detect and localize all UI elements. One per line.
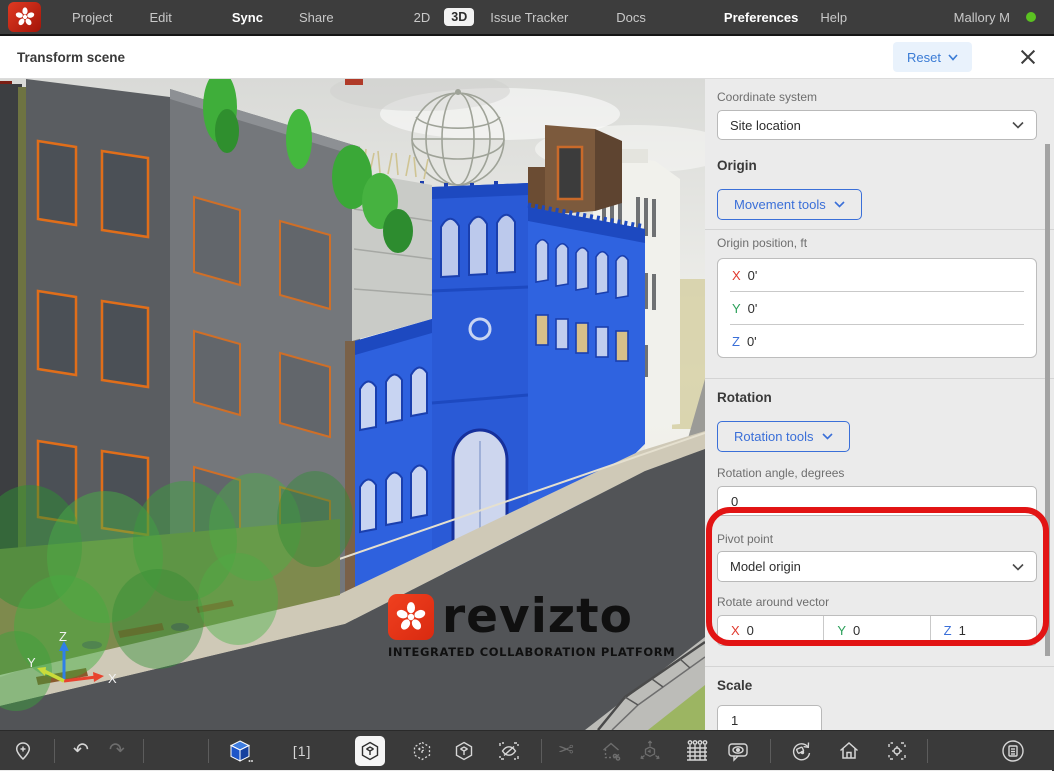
revizto-asterisk-icon xyxy=(14,6,36,28)
revizto-logo-icon xyxy=(388,594,434,640)
vector-z-value: 1 xyxy=(959,623,966,638)
menu-edit[interactable]: Edit xyxy=(149,10,171,25)
x-axis-label: X xyxy=(731,623,740,638)
reset-view-icon[interactable] xyxy=(789,739,813,763)
pivot-point-select[interactable]: Model origin xyxy=(717,551,1037,582)
chevron-down-icon xyxy=(834,201,845,208)
coordinate-system-label: Coordinate system xyxy=(717,90,1037,104)
vector-x-field[interactable]: X 0 xyxy=(718,616,824,645)
rotation-angle-label: Rotation angle, degrees xyxy=(717,466,1037,480)
hide-object-icon[interactable] xyxy=(497,739,521,763)
location-pin-add-icon[interactable] xyxy=(12,740,34,762)
menu-help[interactable]: Help xyxy=(820,10,847,25)
rotation-tools-label: Rotation tools xyxy=(734,429,814,444)
vector-x-value: 0 xyxy=(747,623,754,638)
rotation-heading: Rotation xyxy=(717,390,1037,405)
coordinate-system-select[interactable]: Site location xyxy=(717,110,1037,140)
watermark-subtitle: INTEGRATED COLLABORATION PLATFORM xyxy=(388,645,668,659)
transform-panel: Coordinate system Site location Origin M… xyxy=(705,79,1054,730)
origin-y-value: 0' xyxy=(748,301,758,316)
revizto-app-logo-icon[interactable] xyxy=(8,2,41,32)
chevron-down-icon xyxy=(1012,121,1024,129)
rotation-vector-box: X 0 Y 0 Z 1 xyxy=(717,615,1037,646)
rotate-around-vector-label: Rotate around vector xyxy=(717,595,1037,609)
chevron-down-icon xyxy=(1012,563,1024,571)
axis-z-label: Z xyxy=(59,631,67,644)
chevron-down-icon xyxy=(822,433,833,440)
origin-heading: Origin xyxy=(717,158,1037,173)
rotation-angle-input[interactable] xyxy=(717,486,1037,516)
viewpoint-count[interactable]: [1] xyxy=(293,743,312,759)
reset-label: Reset xyxy=(907,50,941,65)
revizto-app-window: Project Edit Sync Share 2D 3D Issue Trac… xyxy=(0,0,1054,771)
y-axis-label: Y xyxy=(837,623,846,638)
z-axis-label: Z xyxy=(732,334,740,349)
close-icon[interactable] xyxy=(1018,47,1038,67)
origin-y-field[interactable]: Y 0' xyxy=(718,292,1036,324)
origin-z-value: 0' xyxy=(747,334,757,349)
isolate-object-icon[interactable] xyxy=(355,736,385,766)
menu-issue-tracker[interactable]: Issue Tracker xyxy=(490,10,568,25)
origin-position-label: Origin position, ft xyxy=(717,236,1037,250)
menu-share[interactable]: Share xyxy=(299,10,334,25)
pivot-point-label: Pivot point xyxy=(717,532,1037,546)
online-status-dot-icon xyxy=(1026,12,1036,22)
z-axis-label: Z xyxy=(944,623,952,638)
menu-3d-active[interactable]: 3D xyxy=(444,8,474,26)
watermark-title: revizto xyxy=(442,595,633,639)
menu-preferences[interactable]: Preferences xyxy=(724,10,798,25)
axis-y-label: Y xyxy=(27,655,36,670)
movement-tools-button[interactable]: Movement tools xyxy=(717,189,862,220)
menu-2d[interactable]: 2D xyxy=(414,10,431,25)
selection-cube-icon[interactable] xyxy=(227,738,253,764)
panel-scrollbar[interactable] xyxy=(1045,144,1050,656)
x-axis-label: X xyxy=(732,268,741,283)
report-icon[interactable] xyxy=(1000,738,1026,764)
menu-sync[interactable]: Sync xyxy=(232,10,263,25)
origin-position-box: X 0' Y 0' Z 0' xyxy=(717,258,1037,358)
menu-docs[interactable]: Docs xyxy=(616,10,646,25)
axis-gizmo: Z X Y xyxy=(26,631,122,707)
reset-button[interactable]: Reset xyxy=(893,42,972,72)
origin-z-field[interactable]: Z 0' xyxy=(718,325,1036,357)
vector-y-field[interactable]: Y 0 xyxy=(824,616,930,645)
axis-x-label: X xyxy=(108,671,117,686)
viewpoint-comment-icon[interactable] xyxy=(726,739,750,763)
scale-input[interactable] xyxy=(717,705,822,730)
menu-project[interactable]: Project xyxy=(72,10,112,25)
move-object-icon[interactable] xyxy=(638,739,662,763)
user-name[interactable]: Mallory M xyxy=(954,10,1010,25)
movement-tools-label: Movement tools xyxy=(734,197,826,212)
undo-icon[interactable]: ↶ xyxy=(73,741,89,760)
pivot-point-value: Model origin xyxy=(730,559,801,574)
show-object-icon[interactable] xyxy=(453,740,475,762)
transform-scene-header: Transform scene Reset xyxy=(0,36,1054,79)
menu-bar: Project Edit Sync Share 2D 3D Issue Trac… xyxy=(0,0,1054,36)
3d-viewport[interactable]: revizto INTEGRATED COLLABORATION PLATFOR… xyxy=(0,79,705,730)
origin-x-field[interactable]: X 0' xyxy=(718,259,1036,291)
vector-z-field[interactable]: Z 1 xyxy=(931,616,1036,645)
clip-house-icon[interactable] xyxy=(600,740,622,762)
home-view-icon[interactable] xyxy=(837,739,861,763)
focus-selection-icon[interactable] xyxy=(885,739,909,763)
scale-heading: Scale xyxy=(717,678,1037,693)
rotation-tools-button[interactable]: Rotation tools xyxy=(717,421,850,452)
redo-icon[interactable]: ↷ xyxy=(109,741,125,760)
y-axis-label: Y xyxy=(732,301,741,316)
viewer-toolbar: ↶ ↷ [1] xyxy=(0,730,1054,770)
coordinate-system-value: Site location xyxy=(730,118,801,133)
origin-x-value: 0' xyxy=(748,268,758,283)
page-title: Transform scene xyxy=(17,50,125,65)
cut-section-icon[interactable]: ✂ xyxy=(558,741,574,760)
ghost-object-icon[interactable] xyxy=(411,740,433,762)
chevron-down-icon xyxy=(948,54,958,61)
vector-y-value: 0 xyxy=(853,623,860,638)
revizto-watermark: revizto INTEGRATED COLLABORATION PLATFOR… xyxy=(388,594,668,659)
grid-icon[interactable] xyxy=(684,739,708,763)
